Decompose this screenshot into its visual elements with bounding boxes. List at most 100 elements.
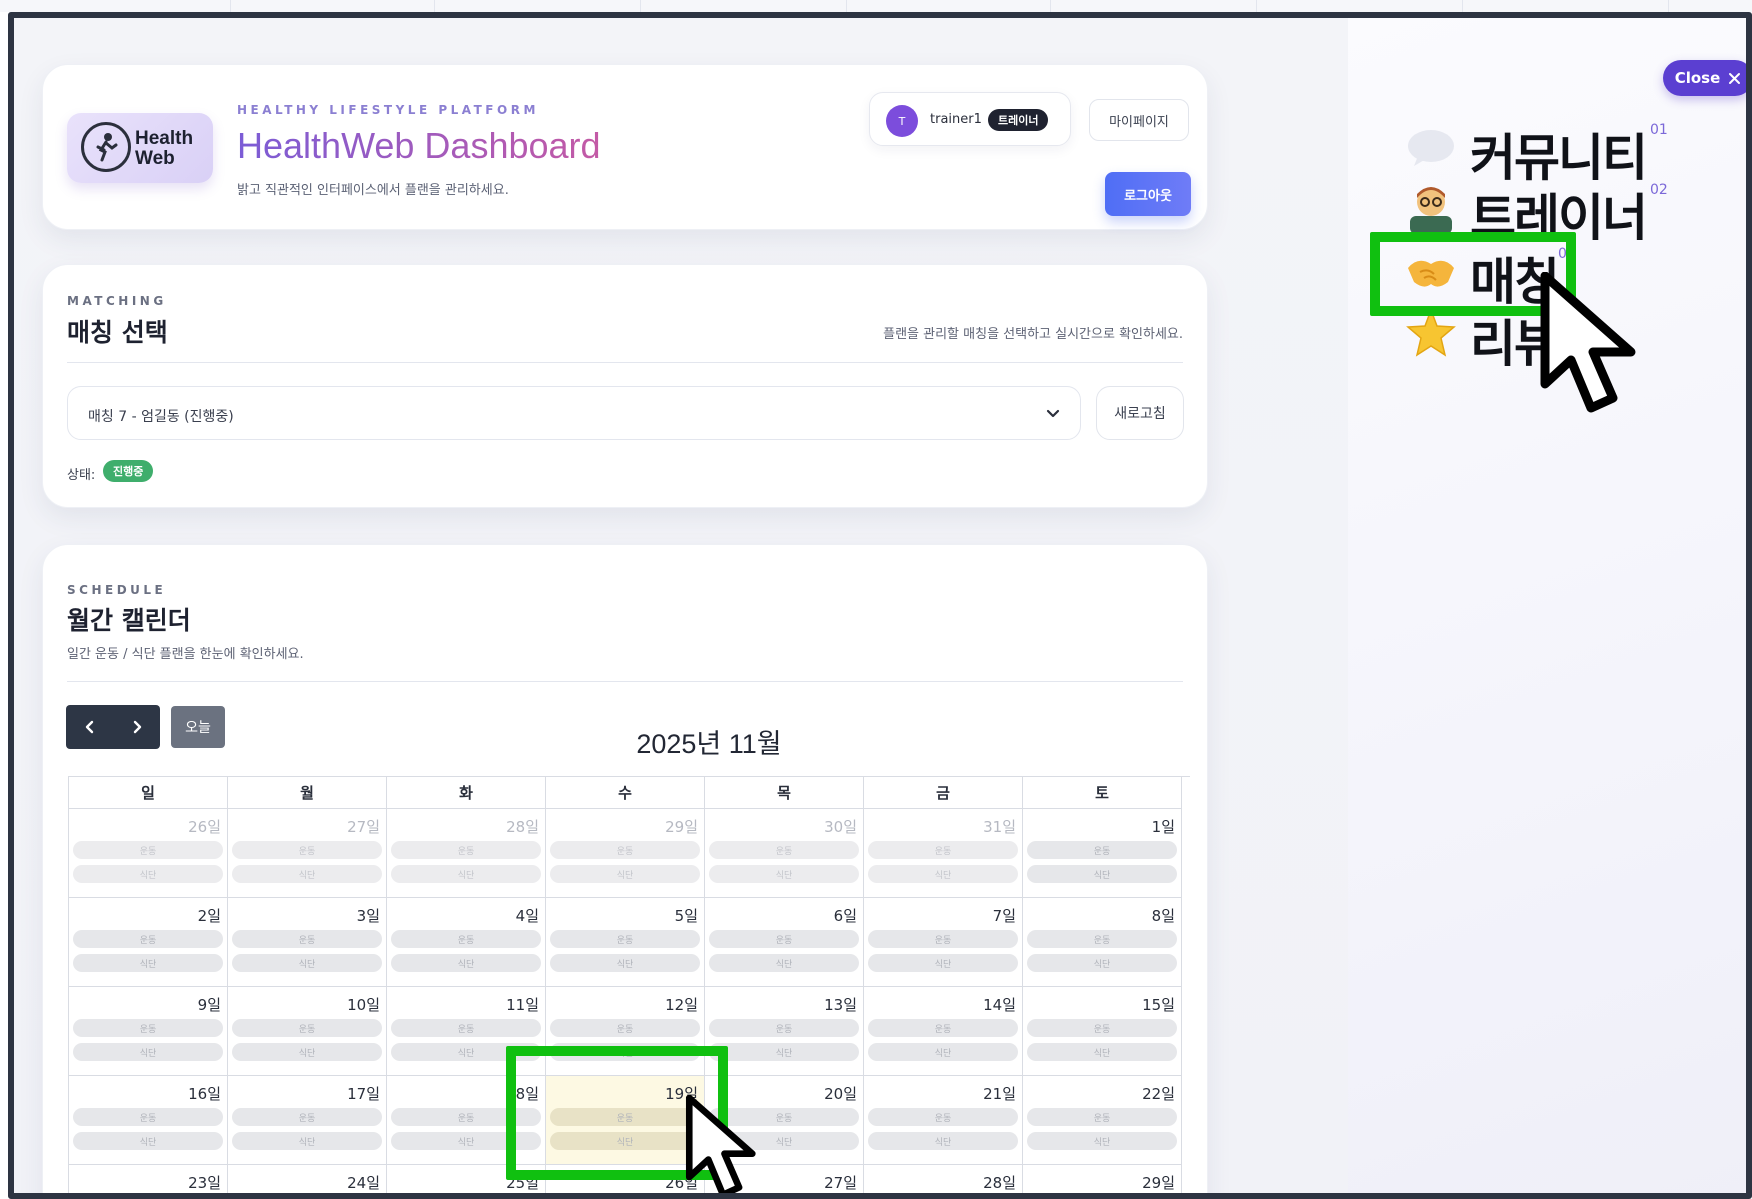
calendar-week-row: 26일 운동 식단 27일 운동 식단 28일 운동 식단 29일 운동 식단 30일 운동 식단 31일 운동… xyxy=(69,809,1190,898)
calendar-day[interactable]: 15일 운동 식단 xyxy=(1023,987,1182,1076)
diet-plan-chip[interactable]: 식단 xyxy=(73,1043,223,1061)
calendar-day[interactable]: 29일운동식단 xyxy=(546,809,705,898)
exercise-plan-chip[interactable]: 운동 xyxy=(1027,1019,1177,1037)
day-number: 12일 xyxy=(665,996,698,1014)
next-month-button[interactable] xyxy=(113,705,160,749)
diet-plan-chip[interactable]: 식단 xyxy=(73,865,223,883)
calendar-day[interactable]: 23일운동식단 xyxy=(69,1165,228,1193)
exercise-plan-chip[interactable]: 운동 xyxy=(1027,930,1177,948)
diet-plan-chip[interactable]: 식단 xyxy=(550,954,700,972)
exercise-plan-chip[interactable]: 운동 xyxy=(868,841,1018,859)
calendar-day[interactable]: 24일운동식단 xyxy=(228,1165,387,1193)
calendar-day[interactable]: 10일 운동 식단 xyxy=(228,987,387,1076)
diet-plan-chip[interactable]: 식단 xyxy=(232,954,382,972)
matching-select-value: 매칭 7 - 엄길동 (진행중) xyxy=(88,409,234,425)
exercise-plan-chip[interactable]: 운동 xyxy=(868,1019,1018,1037)
exercise-plan-chip[interactable]: 운동 xyxy=(232,1108,382,1126)
menu-item-trainer[interactable]: 트레이너 02 xyxy=(1404,180,1668,247)
calendar-day[interactable]: 13일 운동 식단 xyxy=(705,987,864,1076)
close-button[interactable]: Close xyxy=(1663,60,1746,96)
diet-plan-chip[interactable]: 식단 xyxy=(232,1043,382,1061)
diet-plan-chip[interactable]: 식단 xyxy=(709,954,859,972)
logout-button[interactable]: 로그아웃 xyxy=(1105,172,1191,216)
diet-plan-chip[interactable]: 식단 xyxy=(1027,1043,1177,1061)
status-label: 상태: xyxy=(67,468,96,483)
calendar-day[interactable]: 2일운동식단 xyxy=(69,898,228,987)
calendar-day[interactable]: 21일 운동 식단 xyxy=(864,1076,1023,1165)
matching-select[interactable]: 매칭 7 - 엄길동 (진행중) xyxy=(67,386,1081,440)
calendar-day[interactable]: 9일운동식단 xyxy=(69,987,228,1076)
diet-plan-chip[interactable]: 식단 xyxy=(73,954,223,972)
exercise-plan-chip[interactable]: 운동 xyxy=(232,930,382,948)
diet-plan-chip[interactable]: 식단 xyxy=(868,1132,1018,1150)
diet-plan-chip[interactable]: 식단 xyxy=(391,954,541,972)
diet-plan-chip[interactable]: 식단 xyxy=(868,865,1018,883)
calendar-day[interactable]: 14일 운동 식단 xyxy=(864,987,1023,1076)
diet-plan-chip[interactable]: 식단 xyxy=(868,954,1018,972)
diet-plan-chip[interactable]: 식단 xyxy=(868,1043,1018,1061)
exercise-plan-chip[interactable]: 운동 xyxy=(709,1019,859,1037)
schedule-title: 월간 캘린더 xyxy=(67,606,191,635)
prev-month-button[interactable] xyxy=(66,705,113,749)
calendar-day[interactable]: 5일운동식단 xyxy=(546,898,705,987)
exercise-plan-chip[interactable]: 운동 xyxy=(391,930,541,948)
calendar-day[interactable]: 4일 운동 식단 xyxy=(387,898,546,987)
exercise-plan-chip[interactable]: 운동 xyxy=(391,841,541,859)
exercise-plan-chip[interactable]: 운동 xyxy=(73,841,223,859)
user-profile[interactable]: T trainer1 트레이너 xyxy=(869,92,1071,146)
calendar-day[interactable]: 1일 운동 식단 xyxy=(1023,809,1182,898)
refresh-button[interactable]: 새로고침 xyxy=(1096,386,1184,440)
day-number: 29일 xyxy=(1142,1174,1175,1192)
calendar-day[interactable]: 30일 운동 식단 xyxy=(705,809,864,898)
day-number: 27일 xyxy=(824,1174,857,1192)
calendar-day[interactable]: 8일 운동 식단 xyxy=(1023,898,1182,987)
calendar-day[interactable]: 27일운동식단 xyxy=(228,809,387,898)
day-number: 28일 xyxy=(983,1174,1016,1192)
today-button[interactable]: 오늘 xyxy=(171,706,225,748)
role-badge: 트레이너 xyxy=(988,109,1049,131)
exercise-plan-chip[interactable]: 운동 xyxy=(709,841,859,859)
diet-plan-chip[interactable]: 식단 xyxy=(1027,865,1177,883)
calendar-day[interactable]: 28일운동식단 xyxy=(387,809,546,898)
exercise-plan-chip[interactable]: 운동 xyxy=(550,1019,700,1037)
mypage-button[interactable]: 마이페이지 xyxy=(1089,99,1189,141)
exercise-plan-chip[interactable]: 운동 xyxy=(1027,1108,1177,1126)
exercise-plan-chip[interactable]: 운동 xyxy=(73,1019,223,1037)
exercise-plan-chip[interactable]: 운동 xyxy=(1027,841,1177,859)
calendar-day[interactable]: 7일 운동 식단 xyxy=(864,898,1023,987)
diet-plan-chip[interactable]: 식단 xyxy=(1027,1132,1177,1150)
exercise-plan-chip[interactable]: 운동 xyxy=(709,930,859,948)
exercise-plan-chip[interactable]: 운동 xyxy=(550,841,700,859)
menu-item-community[interactable]: 커뮤니티 01 xyxy=(1404,120,1668,187)
day-number: 28일 xyxy=(506,818,539,836)
calendar-day[interactable]: 29일운동식단 xyxy=(1023,1165,1182,1193)
day-number: 9일 xyxy=(197,996,221,1014)
diet-plan-chip[interactable]: 식단 xyxy=(391,865,541,883)
calendar-day[interactable]: 6일 운동 식단 xyxy=(705,898,864,987)
exercise-plan-chip[interactable]: 운동 xyxy=(232,841,382,859)
diet-plan-chip[interactable]: 식단 xyxy=(1027,954,1177,972)
exercise-plan-chip[interactable]: 운동 xyxy=(868,1108,1018,1126)
calendar-day[interactable]: 17일 운동 식단 xyxy=(228,1076,387,1165)
exercise-plan-chip[interactable]: 운동 xyxy=(73,1108,223,1126)
schedule-subtitle: 일간 운동 / 식단 플랜을 한눈에 확인하세요. xyxy=(67,647,304,662)
diet-plan-chip[interactable]: 식단 xyxy=(709,865,859,883)
calendar-day[interactable]: 16일 운동 식단 xyxy=(69,1076,228,1165)
diet-plan-chip[interactable]: 식단 xyxy=(709,1043,859,1061)
exercise-plan-chip[interactable]: 운동 xyxy=(550,930,700,948)
calendar-day[interactable]: 28일운동식단 xyxy=(864,1165,1023,1193)
exercise-plan-chip[interactable]: 운동 xyxy=(391,1019,541,1037)
exercise-plan-chip[interactable]: 운동 xyxy=(73,930,223,948)
calendar-day[interactable]: 3일 운동 식단 xyxy=(228,898,387,987)
calendar-day[interactable]: 22일 운동 식단 xyxy=(1023,1076,1182,1165)
diet-plan-chip[interactable]: 식단 xyxy=(73,1132,223,1150)
calendar-day[interactable]: 26일운동식단 xyxy=(69,809,228,898)
day-number: 5일 xyxy=(674,907,698,925)
diet-plan-chip[interactable]: 식단 xyxy=(232,865,382,883)
diet-plan-chip[interactable]: 식단 xyxy=(232,1132,382,1150)
calendar-day[interactable]: 31일 운동 식단 xyxy=(864,809,1023,898)
day-number: 2일 xyxy=(197,907,221,925)
diet-plan-chip[interactable]: 식단 xyxy=(550,865,700,883)
exercise-plan-chip[interactable]: 운동 xyxy=(232,1019,382,1037)
exercise-plan-chip[interactable]: 운동 xyxy=(868,930,1018,948)
